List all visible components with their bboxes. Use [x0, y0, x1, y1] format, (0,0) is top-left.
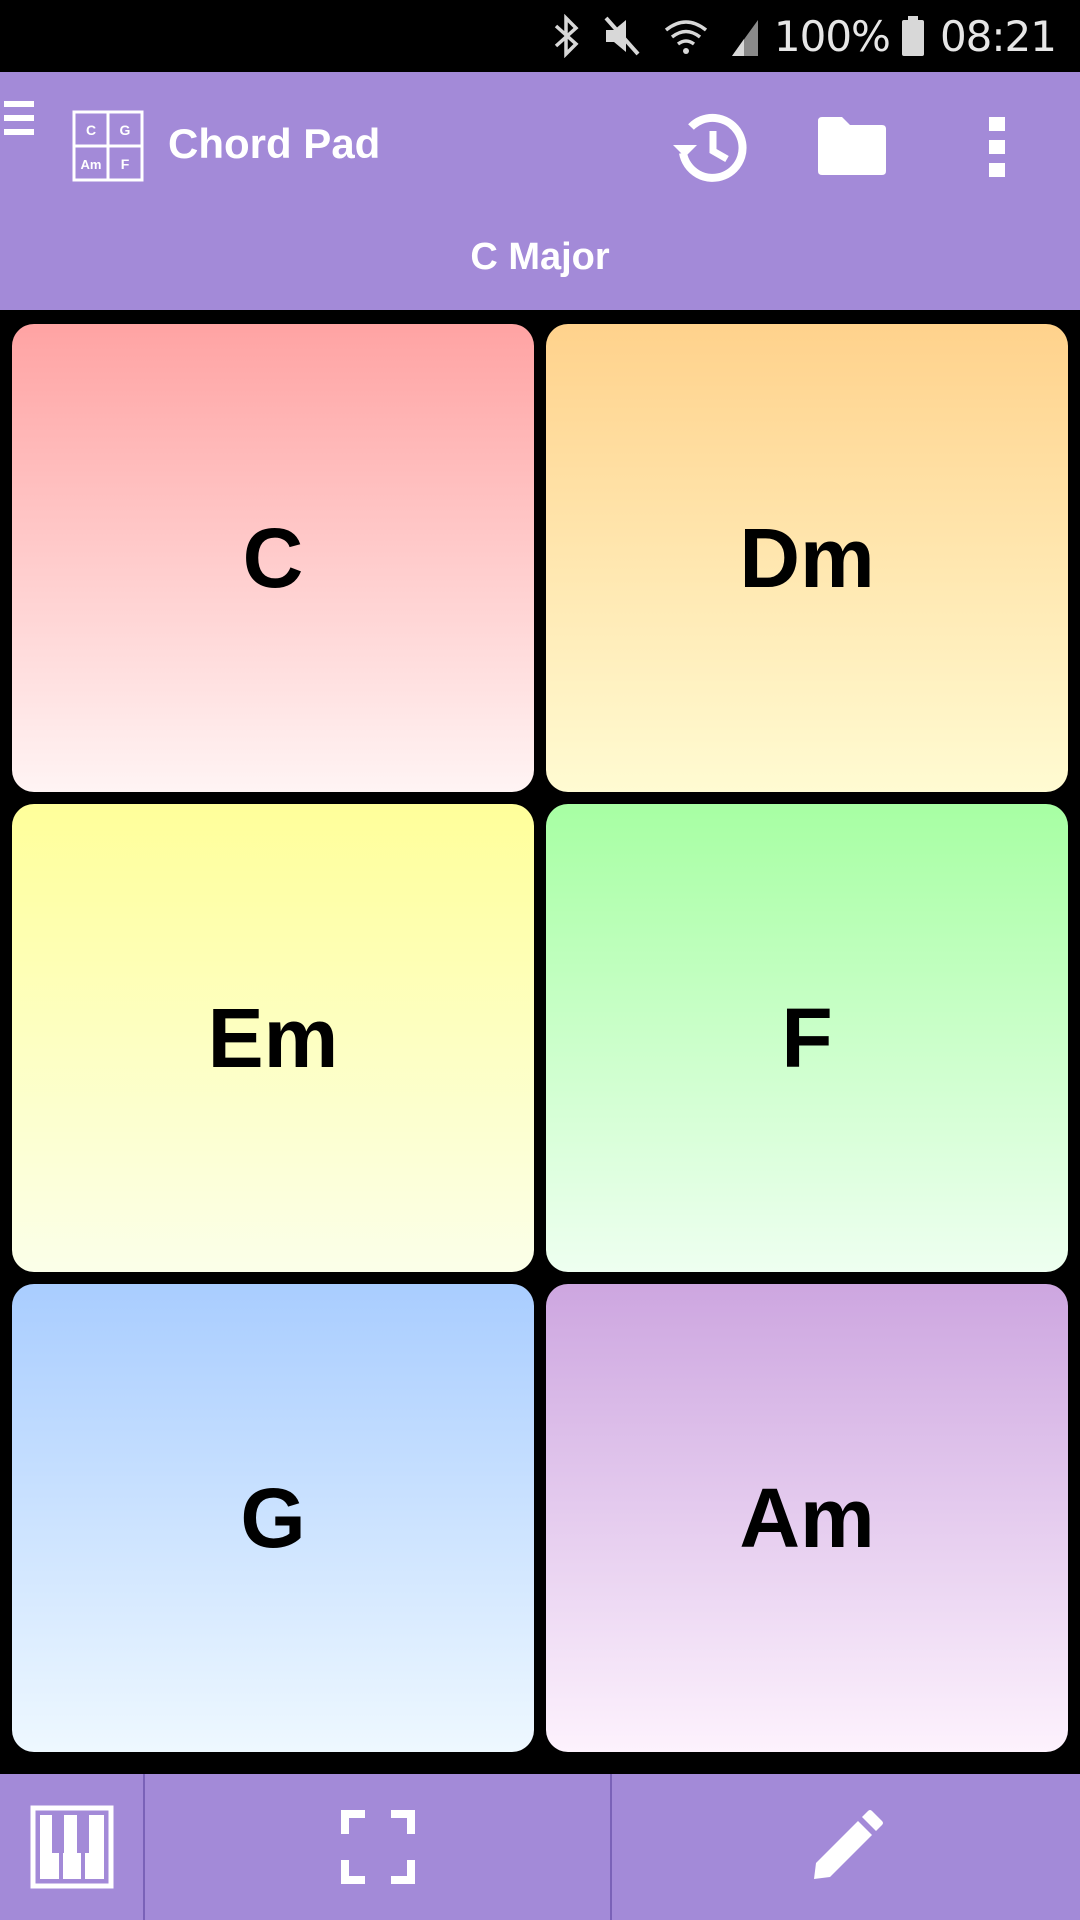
bottom-bar [0, 1774, 1080, 1920]
bluetooth-icon [552, 14, 582, 58]
logo-cell-g: G [120, 122, 131, 138]
battery-icon [900, 14, 926, 58]
piano-keys-icon[interactable] [0, 1774, 144, 1920]
fullscreen-icon[interactable] [145, 1774, 611, 1920]
folder-icon[interactable] [812, 110, 892, 182]
wifi-icon [662, 14, 710, 58]
history-icon[interactable] [666, 104, 752, 190]
chord-pad-g[interactable]: G [12, 1284, 534, 1752]
mute-icon [602, 14, 642, 58]
logo-cell-am: Am [81, 157, 102, 172]
chord-pad-em[interactable]: Em [12, 804, 534, 1272]
chord-pad-dm[interactable]: Dm [546, 324, 1068, 792]
chord-pad-grid: C Dm Em F G Am [12, 324, 1068, 1752]
app-title: Chord Pad [168, 120, 381, 167]
app-logo: C G Am F [72, 110, 144, 182]
logo-cell-f: F [121, 156, 130, 172]
logo-cell-c: C [86, 122, 96, 138]
more-vert-icon[interactable] [972, 104, 1022, 190]
chord-pad-am[interactable]: Am [546, 1284, 1068, 1752]
app-toolbar: C G Am F Chord Pad C Major [0, 72, 1080, 310]
chord-pad-f[interactable]: F [546, 804, 1068, 1272]
clock: 08:21 [939, 11, 1057, 61]
status-bar: 100% 08:21 [0, 0, 1080, 72]
signal-icon [730, 14, 760, 58]
scale-title: C Major [470, 236, 610, 278]
edit-pencil-icon[interactable] [612, 1774, 1080, 1920]
battery-percent: 100% [773, 11, 891, 61]
chord-pad-c[interactable]: C [12, 324, 534, 792]
hamburger-menu-icon[interactable] [0, 90, 40, 146]
